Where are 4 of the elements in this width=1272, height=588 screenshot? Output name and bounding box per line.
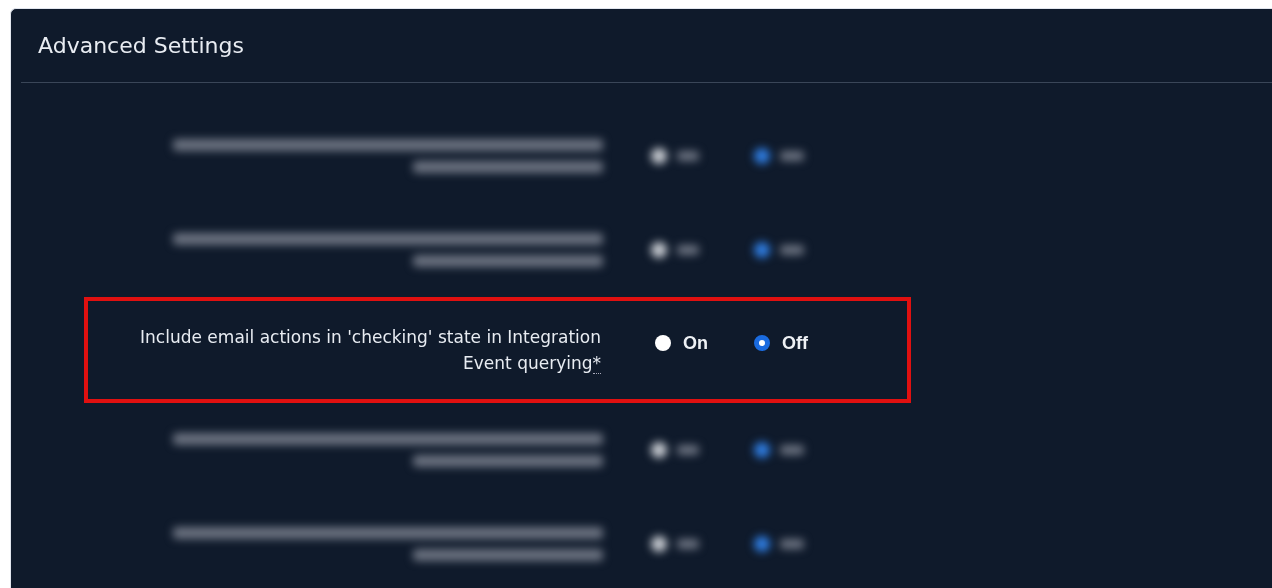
panel-title: Advanced Settings xyxy=(38,32,244,60)
radio-option[interactable]: Off xyxy=(754,329,808,357)
radio-option[interactable]: On xyxy=(655,329,708,357)
setting-label: Include email actions in 'checking' state in Integration Event querying* xyxy=(139,326,602,376)
